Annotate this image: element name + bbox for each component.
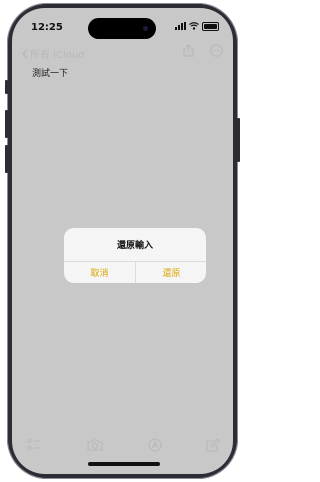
share-icon[interactable] (183, 44, 194, 57)
back-label: 所有 iCloud (30, 50, 85, 61)
wifi-icon (189, 22, 199, 30)
home-indicator[interactable] (88, 462, 160, 466)
compose-icon[interactable] (206, 438, 220, 452)
markup-icon[interactable] (148, 438, 162, 452)
volume-down-button (5, 145, 8, 173)
undo-typing-alert: 還原輸入 取消 還原 (64, 228, 206, 283)
volume-up-button (5, 110, 8, 138)
bottom-toolbar (12, 438, 233, 456)
nav-actions (183, 44, 223, 57)
note-body-text[interactable]: 測試一下 (32, 66, 68, 79)
checklist-icon[interactable] (27, 438, 41, 452)
mute-switch (5, 80, 8, 94)
status-time: 12:25 (31, 22, 63, 33)
more-options-icon[interactable] (210, 44, 223, 57)
camera-icon[interactable] (87, 438, 103, 451)
status-icons (175, 21, 219, 31)
alert-title: 還原輸入 (116, 241, 153, 251)
undo-button[interactable]: 還原 (136, 262, 206, 283)
chevron-left-icon (22, 49, 28, 58)
signal-icon (175, 22, 186, 30)
back-button[interactable]: 所有 iCloud (22, 46, 85, 61)
screen: 12:25 所有 iCloud 測試一下 還原輸入 取消 還原 (12, 8, 233, 474)
power-button (237, 118, 240, 162)
dynamic-island (88, 18, 156, 39)
battery-icon (202, 21, 219, 31)
cancel-button[interactable]: 取消 (64, 262, 135, 283)
